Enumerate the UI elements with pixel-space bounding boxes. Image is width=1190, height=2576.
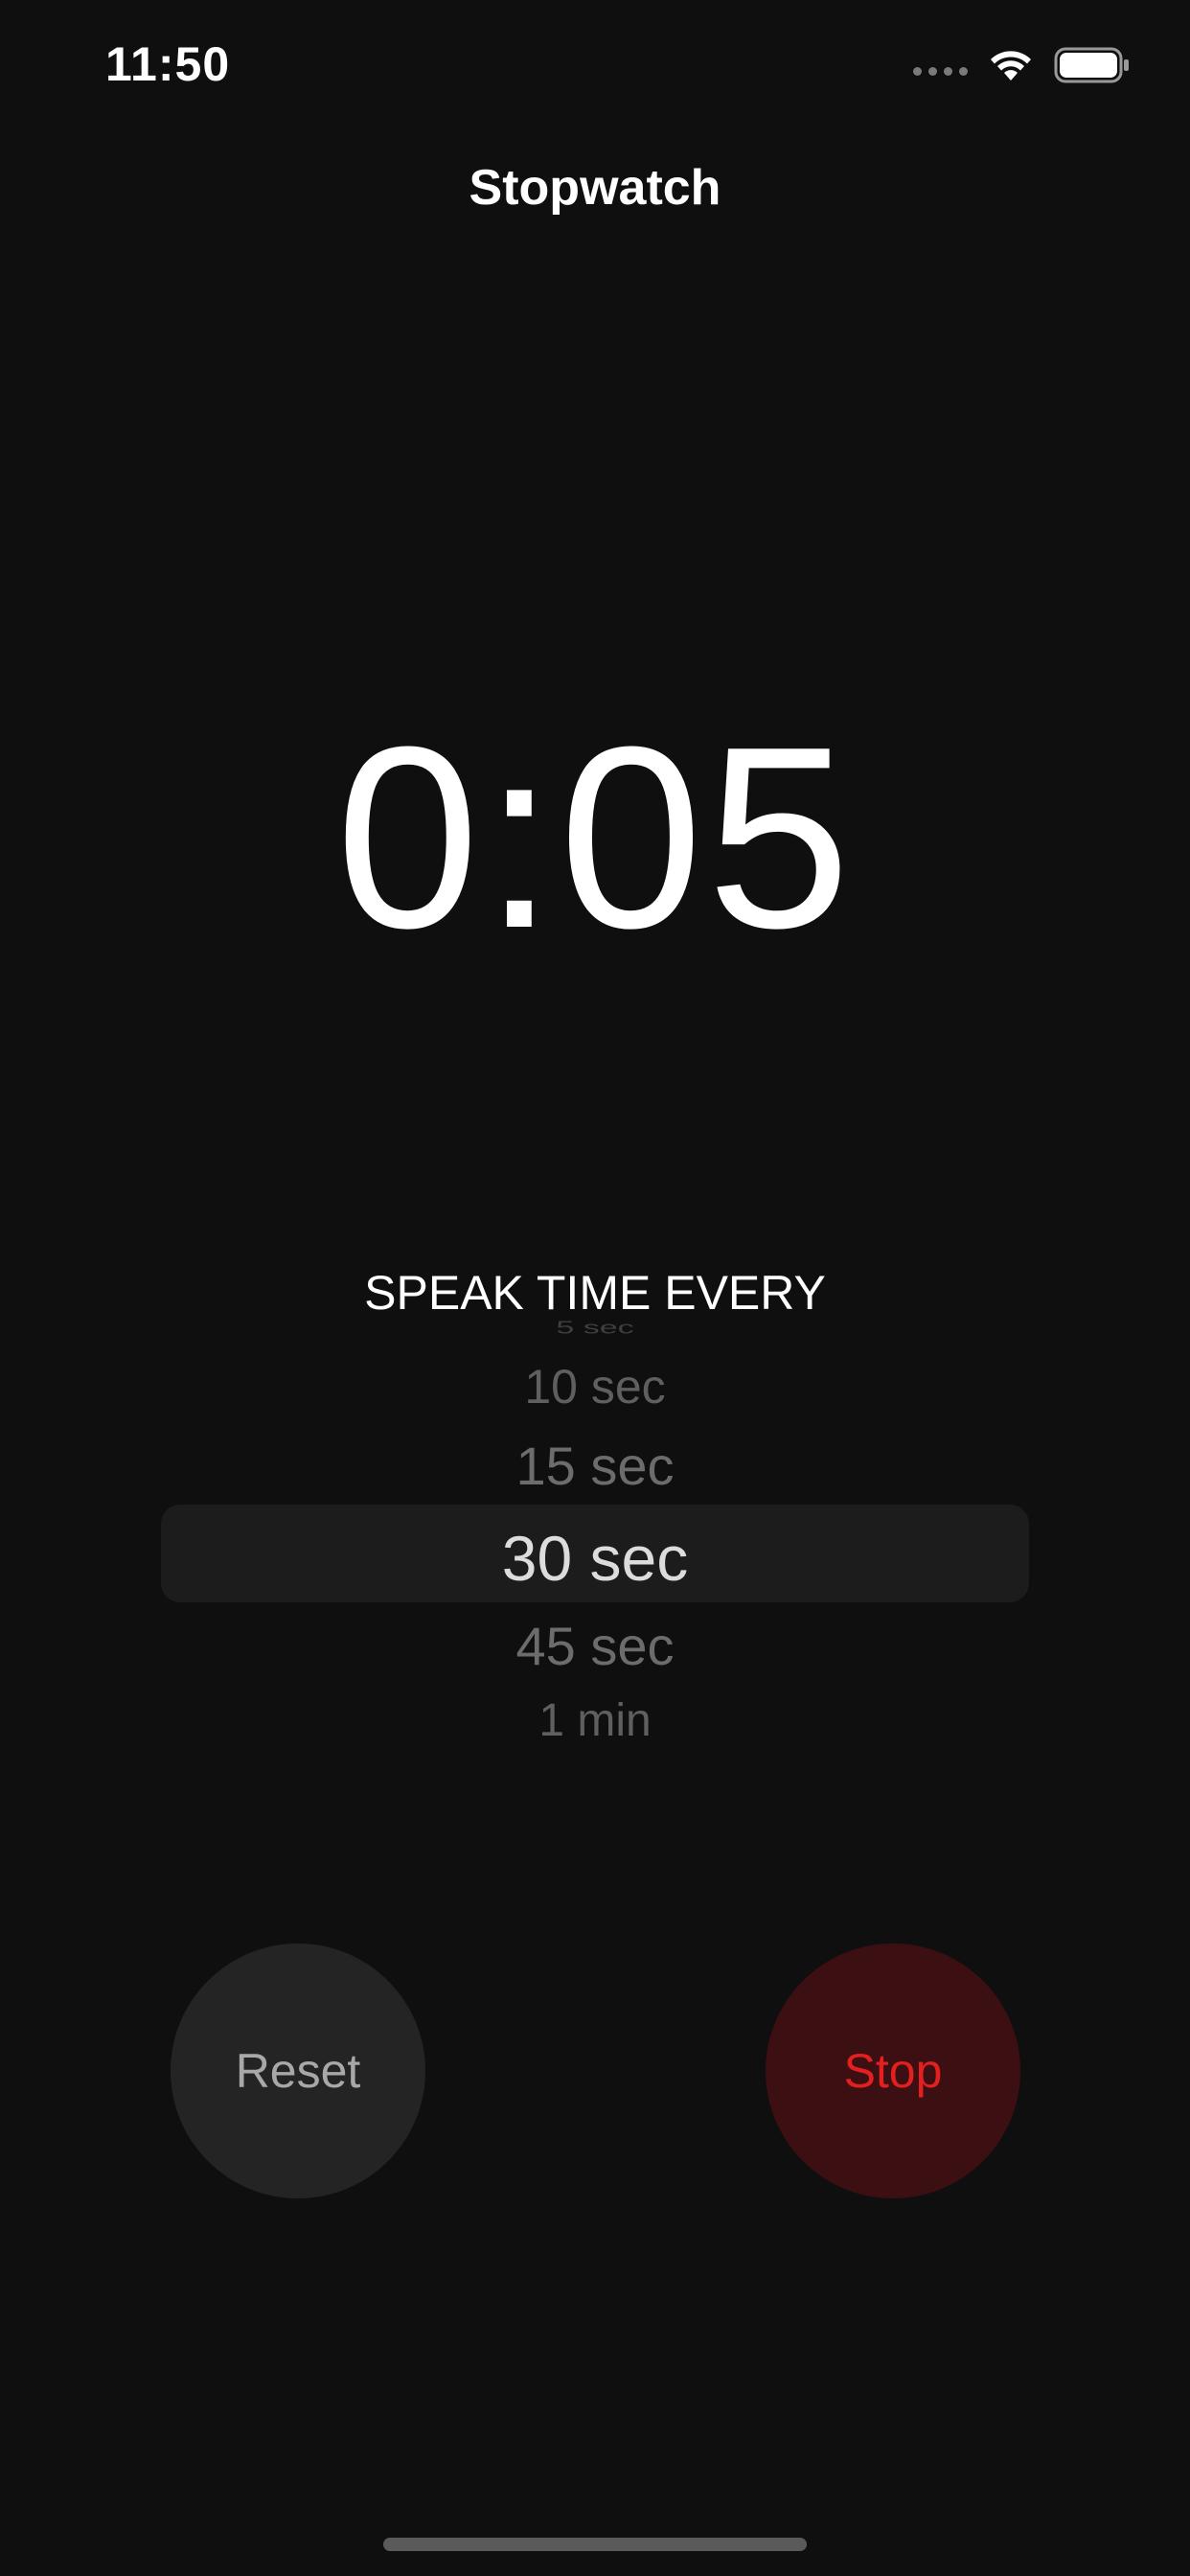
picker-option[interactable]: 10 sec [0, 1359, 1190, 1414]
page-title: Stopwatch [469, 160, 721, 216]
picker-option[interactable]: 45 sec [0, 1615, 1190, 1677]
reset-button[interactable]: Reset [171, 1944, 425, 2198]
picker-option[interactable]: 1 min [0, 1694, 1190, 1747]
status-icons [913, 42, 1131, 88]
picker-option-selected[interactable]: 30 sec [0, 1522, 1190, 1595]
stop-button[interactable]: Stop [766, 1944, 1020, 2198]
speak-time-label: SPEAK TIME EVERY [364, 1266, 826, 1320]
status-time: 11:50 [105, 37, 231, 91]
picker-option[interactable]: 15 sec [0, 1435, 1190, 1497]
home-indicator[interactable] [383, 2538, 807, 2551]
signal-icon [913, 66, 968, 76]
wifi-icon [991, 51, 1031, 80]
timer-display: 0:05 [335, 694, 855, 982]
battery-icon [1054, 47, 1129, 83]
